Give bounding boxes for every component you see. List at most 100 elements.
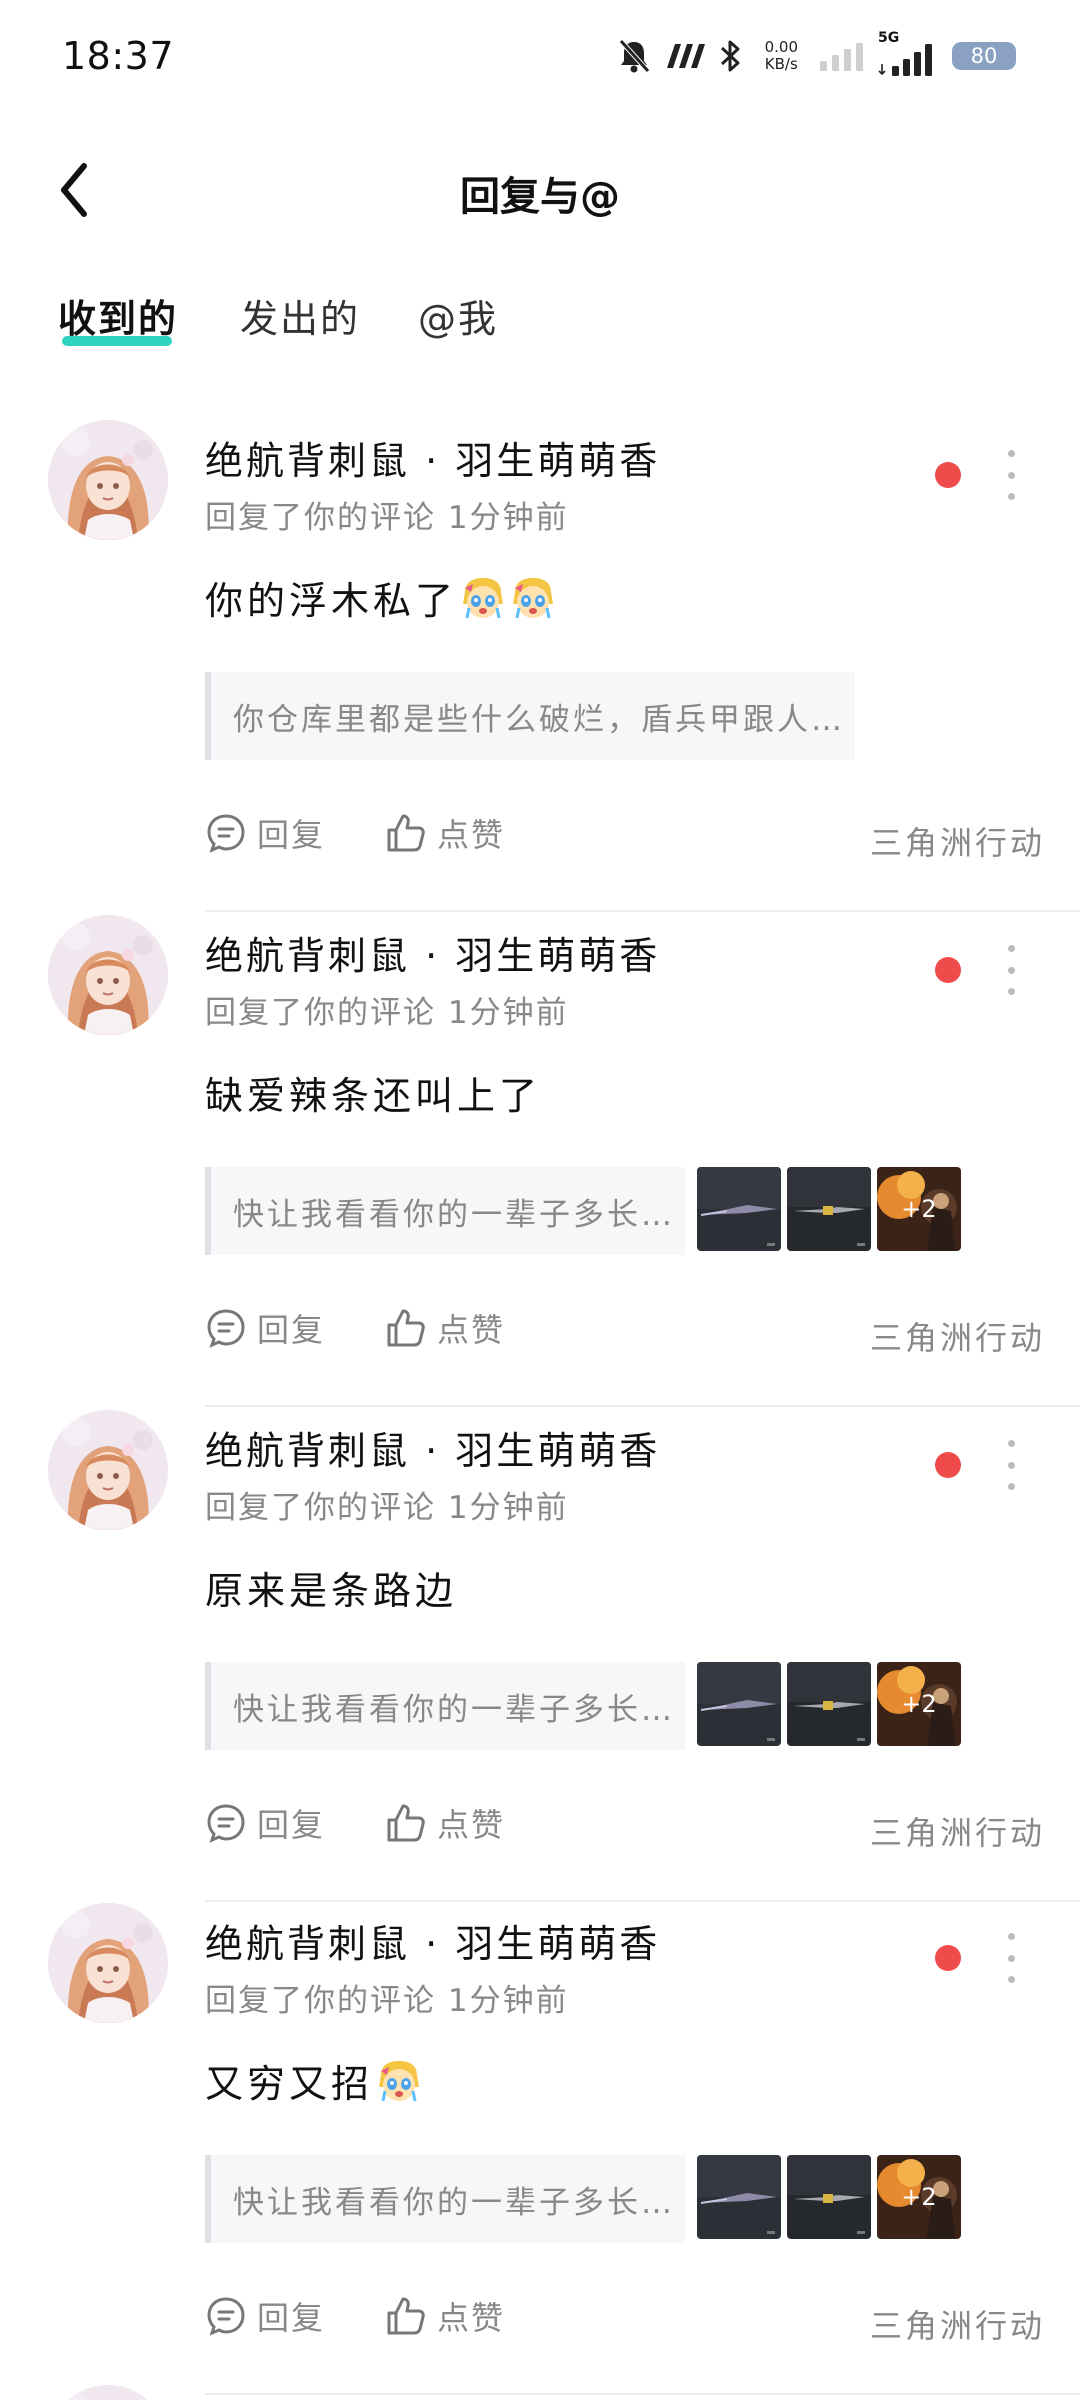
like-button[interactable]: 点赞 [385, 1800, 505, 1846]
unread-dot [935, 1452, 961, 1478]
quoted-comment-text: 快让我看看你的一辈子多长… [233, 2185, 675, 2221]
reply-text: 原来是条路边 [205, 1569, 458, 1613]
action-bar: 回复 点赞 三角洲行动 [205, 1800, 1045, 1860]
thumbs-up-icon [387, 1309, 425, 1347]
quoted-images[interactable]: +2 [697, 1662, 961, 1746]
tab-sent[interactable]: 发出的 [240, 288, 360, 343]
reply-button[interactable]: 回复 [205, 1800, 325, 1846]
comment-bubble-icon [207, 1309, 245, 1348]
battery-indicator: 80 [952, 42, 1016, 70]
quoted-comment-text: 快让我看看你的一辈子多长… [233, 1197, 675, 1233]
tab-bar: 收到的 发出的 @我 [0, 288, 1080, 358]
avatar[interactable] [48, 1410, 168, 1530]
more-options-button[interactable] [996, 945, 1026, 995]
brand-m-icon [665, 42, 705, 70]
divider [205, 910, 1080, 912]
vertical-dots-icon [1007, 1440, 1015, 1447]
reply-button[interactable]: 回复 [205, 2293, 325, 2339]
quoted-comment[interactable]: 快让我看看你的一辈子多长… [205, 1167, 685, 1255]
image-thumbnail[interactable]: +2 [877, 1167, 961, 1251]
unread-dot [935, 957, 961, 983]
reply-text: 缺爱辣条还叫上了 [205, 1074, 542, 1118]
crying-emoji-icon [509, 574, 557, 622]
reply-button[interactable]: 回复 [205, 810, 325, 856]
unread-dot [935, 1945, 961, 1971]
username[interactable]: 绝航背刺鼠 · 羽生萌萌香 [205, 925, 660, 980]
quoted-comment[interactable]: 你仓库里都是些什么破烂，盾兵甲跟人机头是… [205, 672, 855, 760]
divider [205, 2393, 1080, 2395]
game-tag[interactable]: 三角洲行动 [870, 1808, 1045, 1854]
comment-bubble-icon [207, 2297, 245, 2336]
image-thumbnail[interactable] [787, 2155, 871, 2239]
image-thumbnail[interactable] [787, 1167, 871, 1251]
bell-muted-icon [617, 38, 651, 74]
signal-weak-icon [820, 41, 864, 71]
page-title: 回复与@ [460, 174, 620, 220]
action-bar: 回复 点赞 三角洲行动 [205, 810, 1045, 870]
message-card[interactable]: 绝航背刺鼠 · 羽生萌萌香 回复了你的评论 1分钟前 又穷又招 快让我看看你的一… [0, 1903, 1080, 2395]
quoted-comment-text: 快让我看看你的一辈子多长… [233, 1692, 675, 1728]
reply-meta: 回复了你的评论 1分钟前 [205, 500, 569, 536]
quoted-images[interactable]: +2 [697, 2155, 961, 2239]
crying-emoji-icon [375, 2057, 423, 2105]
net-speed-unit: KB/s [764, 55, 798, 73]
more-images-count: +2 [901, 2183, 937, 2211]
comment-bubble-icon [207, 1804, 245, 1843]
more-options-button[interactable] [996, 450, 1026, 500]
header: 回复与@ [0, 140, 1080, 240]
game-tag[interactable]: 三角洲行动 [870, 2301, 1045, 2347]
vertical-dots-icon [1007, 945, 1015, 952]
more-images-count: +2 [901, 1690, 937, 1718]
image-thumbnail[interactable]: +2 [877, 2155, 961, 2239]
status-icons: 0.00 KB/s 5G 80 [617, 30, 1016, 78]
image-thumbnail[interactable]: +2 [877, 1662, 961, 1746]
thumbs-up-icon [387, 1804, 425, 1842]
game-tag[interactable]: 三角洲行动 [870, 818, 1045, 864]
reply-button[interactable]: 回复 [205, 1305, 325, 1351]
message-card[interactable]: 绝航背刺鼠 · 羽生萌萌香 回复了你的评论 1分钟前 缺爱辣条还叫上了 快让我看… [0, 915, 1080, 1407]
quoted-comment[interactable]: 快让我看看你的一辈子多长… [205, 2155, 685, 2243]
signal-5g-icon: 5G [878, 30, 938, 78]
avatar[interactable] [48, 1903, 168, 2023]
net-speed-value: 0.00 [764, 38, 798, 56]
bluetooth-icon [719, 39, 743, 73]
vertical-dots-icon [1007, 1933, 1015, 1940]
page: 18:37 0.00 KB/s 5G 80 回复与@ 收到的 发出的 @我 绝航… [0, 0, 1080, 2400]
more-options-button[interactable] [996, 1440, 1026, 1490]
action-bar: 回复 点赞 三角洲行动 [205, 1305, 1045, 1365]
comment-bubble-icon [207, 814, 245, 853]
action-bar: 回复 点赞 三角洲行动 [205, 2293, 1045, 2353]
reply-meta: 回复了你的评论 1分钟前 [205, 1490, 569, 1526]
game-tag[interactable]: 三角洲行动 [870, 1313, 1045, 1359]
username[interactable]: 绝航背刺鼠 · 羽生萌萌香 [205, 1913, 660, 1968]
like-button[interactable]: 点赞 [385, 810, 505, 856]
quoted-comment-text: 你仓库里都是些什么破烂，盾兵甲跟人机头是… [233, 702, 853, 738]
crying-emoji-icon [459, 574, 507, 622]
reply-meta: 回复了你的评论 1分钟前 [205, 1983, 569, 2019]
more-options-button[interactable] [996, 1933, 1026, 1983]
username[interactable]: 绝航背刺鼠 · 羽生萌萌香 [205, 1420, 660, 1475]
thumbs-up-icon [387, 814, 425, 852]
thumbs-up-icon [387, 2297, 425, 2335]
more-images-count: +2 [901, 1195, 937, 1223]
tab-received[interactable]: 收到的 [58, 288, 178, 343]
quoted-comment[interactable]: 快让我看看你的一辈子多长… [205, 1662, 685, 1750]
net-speed: 0.00 KB/s [765, 39, 798, 73]
divider [205, 1405, 1080, 1407]
unread-dot [935, 462, 961, 488]
username[interactable]: 绝航背刺鼠 · 羽生萌萌香 [205, 430, 660, 485]
message-card[interactable]: 绝航背刺鼠 · 羽生萌萌香 回复了你的评论 1分钟前 原来是条路边 快让我看看你… [0, 1410, 1080, 1902]
like-button[interactable]: 点赞 [385, 1305, 505, 1351]
avatar[interactable] [48, 420, 168, 540]
message-card[interactable]: 绝航背刺鼠 · 羽生萌萌香 回复了你的评论 1分钟前 你的浮木私了 你仓库里都是… [0, 420, 1080, 912]
tab-mentions[interactable]: @我 [418, 288, 498, 343]
image-thumbnail[interactable] [697, 1662, 781, 1746]
like-button[interactable]: 点赞 [385, 2293, 505, 2339]
image-thumbnail[interactable] [697, 1167, 781, 1251]
avatar[interactable] [48, 915, 168, 1035]
quoted-images[interactable]: +2 [697, 1167, 961, 1251]
status-bar: 18:37 0.00 KB/s 5G 80 [0, 0, 1080, 110]
status-time: 18:37 [62, 34, 175, 78]
image-thumbnail[interactable] [697, 2155, 781, 2239]
image-thumbnail[interactable] [787, 1662, 871, 1746]
